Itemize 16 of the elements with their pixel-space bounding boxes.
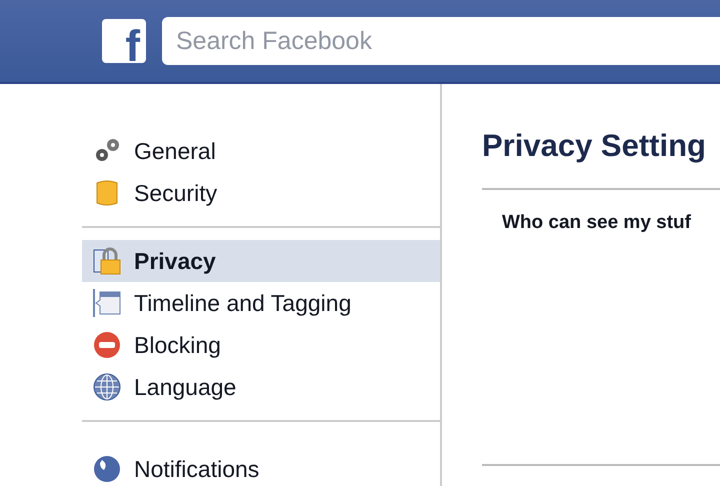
block-icon: [92, 330, 122, 360]
globe-icon: [92, 454, 122, 484]
sidebar-item[interactable]: Language: [82, 366, 440, 408]
search-field[interactable]: Search Facebook: [162, 17, 720, 65]
timeline-icon: [92, 288, 122, 318]
logo[interactable]: f: [102, 19, 146, 63]
sidebar-item[interactable]: Privacy: [82, 240, 440, 282]
lock-icon: [92, 246, 122, 276]
section-heading: Who can see my stuf: [502, 212, 692, 234]
globe-icon: [92, 372, 122, 402]
page-title: Privacy Setting: [482, 128, 707, 165]
sidebar-item[interactable]: Blocking: [82, 324, 440, 366]
sidebar-item[interactable]: Timeline and Tagging: [82, 282, 440, 324]
sidebar-item[interactable]: General: [82, 130, 440, 172]
sidebar-item[interactable]: Notifications: [82, 448, 440, 486]
sidebar-item[interactable]: Security: [82, 172, 440, 214]
